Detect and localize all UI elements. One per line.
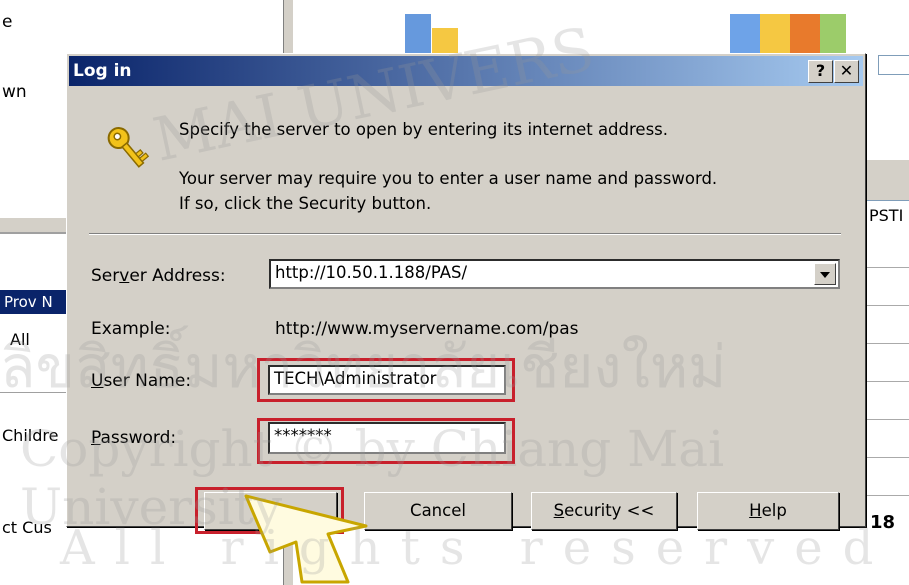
bg-column-header: PSTI <box>866 200 909 232</box>
security-button[interactable]: Security << <box>531 492 677 530</box>
bg-splitter <box>283 0 293 55</box>
close-button[interactable]: ✕ <box>834 60 859 83</box>
help-button[interactable]: Help <box>697 492 839 530</box>
help-title-button[interactable]: ? <box>808 60 833 83</box>
login-dialog: Log in ? ✕ Specify the server to open by… <box>66 53 866 534</box>
security-hint-text: If so, click the Security button. <box>179 194 432 213</box>
bg-divider <box>0 232 66 234</box>
pointer-arrow-icon <box>244 494 368 584</box>
instruction-text: Specify the server to open by entering i… <box>179 120 669 139</box>
bg-chart-bar <box>730 14 760 54</box>
password-input[interactable]: ******* <box>268 422 506 454</box>
bg-header <box>866 160 909 200</box>
bg-text-fragment: 18 <box>870 512 896 533</box>
bg-text-fragment: wn <box>2 82 27 102</box>
separator <box>89 233 841 235</box>
bg-toolbar <box>0 218 66 232</box>
bg-chart-bar <box>820 14 846 54</box>
user-name-input[interactable]: TECH\Administrator <box>268 365 506 395</box>
security-hint-text: Your server may require you to enter a u… <box>179 169 718 188</box>
chevron-down-icon[interactable] <box>814 263 836 285</box>
bg-panel <box>866 86 909 146</box>
bg-grid <box>866 230 909 500</box>
server-address-combobox[interactable]: http://10.50.1.188/PAS/ <box>269 259 840 289</box>
server-address-label: Server Address: <box>91 266 226 286</box>
bg-chart-bar <box>760 14 790 54</box>
bg-text-fragment: All <box>10 330 30 349</box>
bg-selected-cell: Prov N <box>0 290 66 314</box>
bg-text-fragment: Childre <box>2 426 59 445</box>
dialog-title: Log in <box>73 61 132 81</box>
bg-chart-bar <box>405 14 431 54</box>
user-name-label: User Name: <box>91 371 192 391</box>
key-icon <box>107 127 150 168</box>
example-value: http://www.myservername.com/pas <box>275 319 579 339</box>
server-address-value: http://10.50.1.188/PAS/ <box>275 263 468 282</box>
bg-chart-bar <box>432 28 458 54</box>
example-label: Example: <box>91 319 171 339</box>
bg-text-fragment: ct Cus <box>2 518 52 537</box>
bg-text-fragment: e <box>2 12 13 32</box>
bg-divider <box>0 392 66 393</box>
password-label: Password: <box>91 428 177 448</box>
bg-chart-bar <box>790 14 820 54</box>
title-bar[interactable]: Log in ? ✕ <box>69 56 863 86</box>
bg-chart-bar <box>878 55 909 75</box>
cancel-button[interactable]: Cancel <box>364 492 512 530</box>
